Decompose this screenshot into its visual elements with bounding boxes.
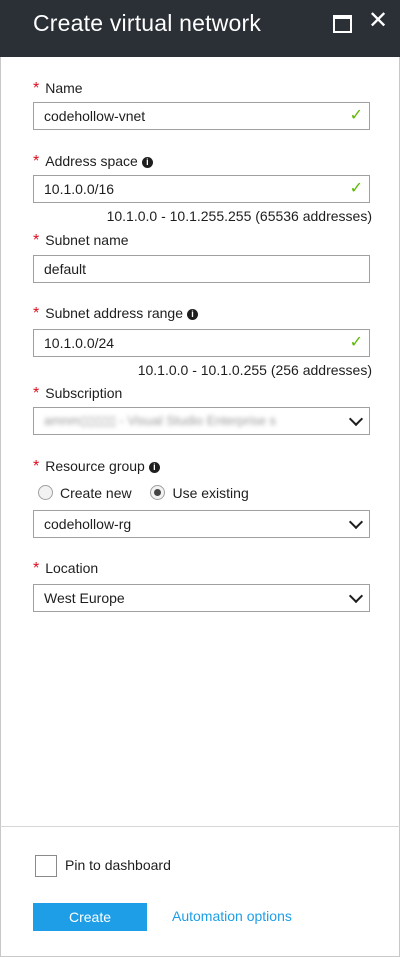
pin-to-dashboard-label[interactable]: Pin to dashboard — [65, 857, 171, 873]
radio-circle-selected[interactable] — [150, 485, 166, 500]
subnet-name-label: * Subnet name — [33, 232, 129, 249]
blade-title: Create virtual network — [33, 10, 262, 36]
address-space-label: * Address space i — [33, 153, 153, 171]
subnet-range-label: * Subnet address range i — [33, 305, 198, 323]
radio-create-new[interactable]: Create new — [38, 485, 132, 501]
resource-group-label: * Resource group i — [33, 458, 160, 476]
info-icon[interactable]: i — [141, 157, 153, 168]
checkmark-icon: ✓ — [349, 334, 363, 351]
subnet-range-hint: 10.1.0.0 - 10.1.0.255 (256 addresses) — [137, 362, 372, 378]
close-icon[interactable]: ✕ — [367, 8, 389, 34]
address-space-input[interactable]: 10.1.0.0/16 ✓ — [33, 175, 370, 203]
required-mark: * — [33, 232, 40, 249]
subscription-value: amnm▯▯▯▯▯ - Visual Studio Enterprise s — [44, 413, 277, 428]
name-input[interactable]: codehollow-vnet ✓ — [33, 102, 370, 130]
location-value: West Europe — [44, 590, 125, 606]
radio-circle[interactable] — [38, 485, 53, 500]
chevron-down-icon — [348, 411, 364, 427]
required-mark: * — [33, 560, 40, 577]
subnet-range-input[interactable]: 10.1.0.0/24 ✓ — [33, 329, 370, 357]
subscription-select[interactable]: amnm▯▯▯▯▯ - Visual Studio Enterprise s — [33, 407, 370, 435]
info-icon[interactable]: i — [187, 309, 198, 320]
create-button[interactable]: Create — [33, 903, 147, 931]
footer-divider — [0, 826, 400, 827]
checkmark-icon: ✓ — [349, 107, 363, 124]
pin-to-dashboard-checkbox[interactable] — [35, 855, 57, 877]
required-mark: * — [33, 80, 40, 97]
subnet-range-value: 10.1.0.0/24 — [44, 335, 115, 351]
resource-group-select[interactable]: codehollow-rg — [33, 510, 370, 538]
name-value: codehollow-vnet — [44, 108, 146, 124]
chevron-down-icon — [348, 514, 364, 530]
address-space-hint: 10.1.0.0 - 10.1.255.255 (65536 addresses… — [106, 208, 372, 224]
required-mark: * — [33, 458, 40, 475]
automation-options-link[interactable]: Automation options — [172, 908, 292, 924]
maximize-icon[interactable] — [333, 15, 352, 33]
location-label: * Location — [33, 560, 99, 577]
required-mark: * — [33, 153, 40, 170]
resource-group-mode: Create new Use existing — [38, 485, 264, 501]
required-mark: * — [33, 305, 40, 322]
address-space-value: 10.1.0.0/16 — [44, 181, 115, 197]
blade-frame — [0, 0, 400, 957]
checkmark-icon: ✓ — [349, 180, 363, 197]
info-icon[interactable]: i — [148, 462, 160, 473]
subnet-name-value: default — [44, 261, 87, 277]
radio-use-existing[interactable]: Use existing — [150, 485, 249, 501]
required-mark: * — [33, 385, 40, 402]
blade-header: Create virtual network ✕ — [0, 0, 400, 57]
location-select[interactable]: West Europe — [33, 584, 370, 612]
chevron-down-icon — [348, 588, 364, 604]
subscription-label: * Subscription — [33, 385, 123, 402]
subnet-name-input[interactable]: default — [33, 255, 370, 283]
name-label: * Name — [33, 80, 83, 97]
resource-group-value: codehollow-rg — [44, 516, 132, 532]
